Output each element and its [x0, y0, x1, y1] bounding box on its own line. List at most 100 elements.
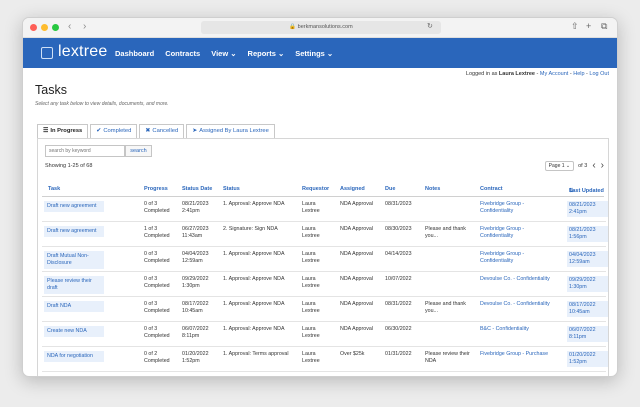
notes-cell: Please and thank you...	[425, 301, 466, 315]
tab-completed[interactable]: ✔ Completed	[90, 124, 138, 138]
new-tab-icon[interactable]: +	[586, 21, 591, 31]
status-cell: 1. Approval: Approve NDA	[223, 201, 285, 207]
table-row[interactable]: Draft new agreement 1 of 3 Completed 06/…	[42, 222, 608, 247]
nav-contracts[interactable]: Contracts	[165, 49, 200, 58]
search-button[interactable]: search	[125, 145, 152, 157]
last-updated-cell: 08/21/2023 1:56pm	[567, 226, 608, 243]
logged-in-label: Logged in as	[465, 71, 498, 77]
col-contract[interactable]: Contract	[480, 186, 503, 192]
minimize-window-button[interactable]	[41, 24, 48, 31]
task-link[interactable]: Draft new agreement	[44, 226, 104, 237]
task-tabs: ☰ In Progress ✔ Completed ✖ Cancelled ➤ Assi…	[37, 124, 277, 138]
address-bar[interactable]: 🔒 berkmansolutions.com	[201, 21, 441, 34]
nav-settings[interactable]: Settings ⌄	[295, 49, 333, 58]
col-due[interactable]: Due	[385, 186, 395, 192]
page-select[interactable]: Page 1 ⌄	[544, 161, 575, 171]
due-cell: 06/30/2022	[385, 326, 412, 332]
share-icon[interactable]: ⇧	[571, 21, 579, 32]
requestor-cell: Laura Lextree	[302, 201, 320, 215]
col-requestor[interactable]: Requestor	[302, 186, 329, 192]
task-link[interactable]: Please review their draft	[44, 276, 104, 294]
log-out-link[interactable]: Log Out	[589, 71, 609, 77]
table-row[interactable]: Draft new agreement 0 of 3 Completed 08/…	[42, 197, 608, 222]
table-row[interactable]: Draft Mutual Non-Disclosure 0 of 3 Compl…	[42, 247, 608, 272]
table-header: Task Progress Status Date Status Request…	[48, 186, 604, 194]
contract-link[interactable]: Fivebridge Group - Purchase	[480, 351, 562, 358]
table-row[interactable]: Draft NDA 0 of 3 Completed 08/17/2022 10…	[42, 297, 608, 322]
last-updated-cell: 04/04/2023 12:59am	[567, 251, 608, 268]
task-link[interactable]: Draft NDA	[44, 301, 104, 312]
reload-icon[interactable]: ↻	[427, 22, 433, 30]
col-status-date[interactable]: Status Date	[182, 186, 212, 192]
status-date-cell: 08/17/2022 10:45am	[182, 301, 209, 315]
assigned-cell: NDA Approval	[340, 201, 373, 207]
tab-overview-icon[interactable]: ⧉	[601, 21, 607, 32]
col-notes[interactable]: Notes	[425, 186, 440, 192]
task-link[interactable]: Draft new agreement	[44, 201, 104, 212]
status-cell: 1. Approval: Terms approval	[223, 351, 289, 357]
due-cell: 04/14/2023	[385, 251, 412, 257]
status-date-cell: 01/20/2022 1:52pm	[182, 351, 209, 365]
contract-link[interactable]: Fivebridge Group - Confidentiality	[480, 201, 558, 215]
assigned-cell: NDA Approval	[340, 326, 373, 332]
status-cell: 1. Approval: Approve NDA	[223, 326, 285, 332]
contract-link[interactable]: Fivebridge Group - Confidentiality	[480, 226, 558, 240]
due-cell: 08/30/2023	[385, 226, 412, 232]
app-logo[interactable]: lextree	[58, 43, 107, 61]
table-row[interactable]: Create new NDA 0 of 3 Completed 06/07/20…	[42, 322, 608, 347]
previous-page-icon[interactable]: ‹	[592, 161, 595, 171]
app-header: lextree Dashboard Contracts View ⌄ Repor…	[23, 38, 617, 68]
help-link[interactable]: Help	[573, 71, 584, 77]
sort-icon: ⇅	[569, 188, 574, 194]
col-assigned[interactable]: Assigned	[340, 186, 365, 192]
my-account-link[interactable]: My Account	[540, 71, 568, 77]
send-icon: ➤	[192, 128, 198, 134]
status-date-cell: 04/04/2023 12:59am	[182, 251, 209, 265]
check-circle-icon: ✔	[96, 128, 102, 134]
contract-link[interactable]: Devoulse Co. - Confidentiality	[480, 276, 558, 283]
due-cell: 01/31/2022	[385, 351, 412, 357]
requestor-cell: Laura Lextree	[302, 326, 320, 340]
requestor-cell: Laura Lextree	[302, 351, 320, 365]
main-nav: Dashboard Contracts View ⌄ Reports ⌄ Set…	[115, 38, 344, 68]
next-page-icon[interactable]: ›	[601, 161, 604, 171]
contract-link[interactable]: B&C - Confidentiality	[480, 326, 558, 333]
status-cell: 1. Approval: Approve NDA	[223, 276, 285, 282]
col-task[interactable]: Task	[48, 186, 60, 192]
status-cell: 1. Approval: Approve NDA	[223, 301, 285, 307]
status-cell: 2. Signature: Sign NDA	[223, 226, 278, 232]
nav-view[interactable]: View ⌄	[211, 49, 236, 58]
nav-dashboard[interactable]: Dashboard	[115, 49, 154, 58]
close-window-button[interactable]	[30, 24, 37, 31]
tab-assigned-by[interactable]: ➤ Assigned By Laura Lextree	[186, 124, 275, 138]
task-link[interactable]: Draft Mutual Non-Disclosure	[44, 251, 104, 269]
chevron-right-icon[interactable]: ›	[83, 21, 86, 32]
task-rows: Draft new agreement 0 of 3 Completed 08/…	[38, 197, 610, 372]
last-updated-cell: 01/20/2022 1:52pm	[567, 351, 608, 368]
status-cell: 1. Approval: Approve NDA	[223, 251, 285, 257]
browser-window: ‹ › 🔒 berkmansolutions.com ↻ ⇧ + ⧉ lextr…	[22, 17, 618, 377]
progress-cell: 1 of 3 Completed	[144, 226, 170, 240]
col-progress[interactable]: Progress	[144, 186, 168, 192]
lextree-logo-icon	[41, 47, 53, 59]
contract-link[interactable]: Fivebridge Group - Confidentiality	[480, 251, 558, 265]
status-date-cell: 06/07/2022 8:11pm	[182, 326, 209, 340]
tab-in-progress[interactable]: ☰ In Progress	[37, 124, 89, 138]
progress-cell: 0 of 2 Completed	[144, 351, 170, 365]
zoom-window-button[interactable]	[52, 24, 59, 31]
col-status[interactable]: Status	[223, 186, 240, 192]
chevron-left-icon[interactable]: ‹	[68, 21, 71, 32]
task-link[interactable]: Create new NDA	[44, 326, 104, 337]
url-text: berkmansolutions.com	[297, 24, 353, 30]
requestor-cell: Laura Lextree	[302, 276, 320, 290]
search-input[interactable]	[45, 145, 125, 157]
last-updated-cell: 08/17/2022 10:45am	[567, 301, 608, 318]
table-row[interactable]: NDA for negotiation 0 of 2 Completed 01/…	[42, 347, 608, 372]
last-updated-cell: 06/07/2022 8:11pm	[567, 326, 608, 343]
tab-cancelled[interactable]: ✖ Cancelled	[139, 124, 185, 138]
nav-reports[interactable]: Reports ⌄	[248, 49, 285, 58]
table-row[interactable]: Please review their draft 0 of 3 Complet…	[42, 272, 608, 297]
task-link[interactable]: NDA for negotiation	[44, 351, 104, 362]
contract-link[interactable]: Devoulse Co. - Confidentiality	[480, 301, 558, 308]
progress-cell: 0 of 3 Completed	[144, 251, 170, 265]
